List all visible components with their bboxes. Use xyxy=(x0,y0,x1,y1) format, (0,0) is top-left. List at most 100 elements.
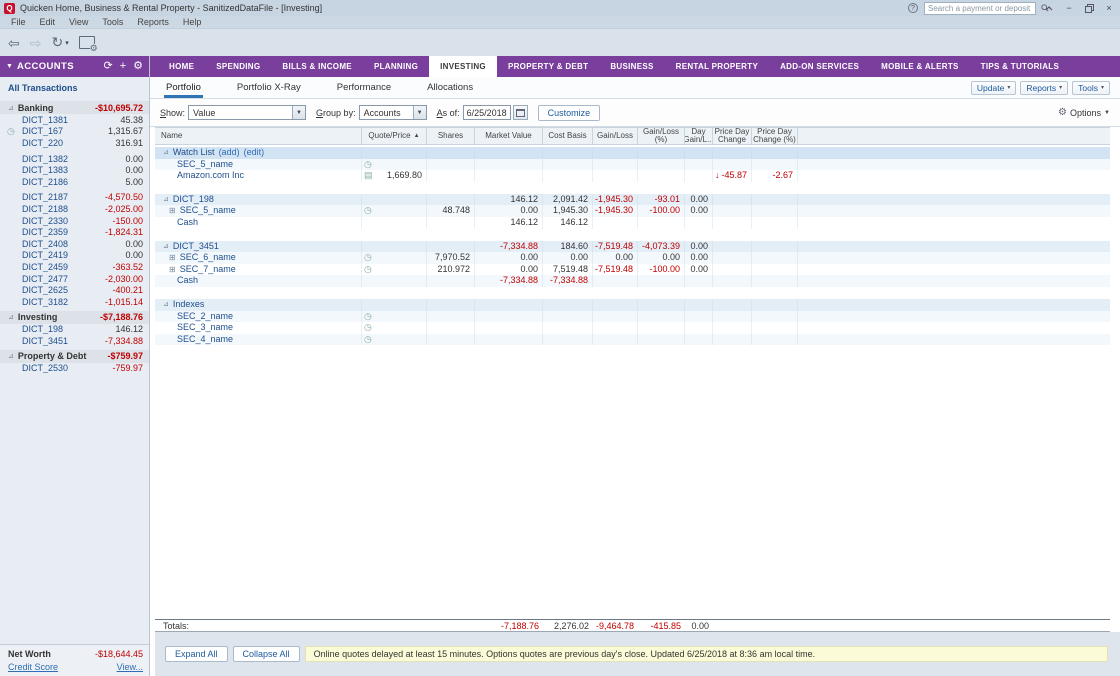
expand-plus-icon[interactable]: ⊞ xyxy=(169,252,176,264)
close-button[interactable]: × xyxy=(1102,2,1116,14)
menu-reports[interactable]: Reports xyxy=(130,17,176,27)
sidebar-gear-icon[interactable]: ⚙ xyxy=(133,61,143,72)
sidebar-account-dict-2530[interactable]: DICT_2530-759.97 xyxy=(0,363,149,375)
nav-tab-bills-income[interactable]: BILLS & INCOME xyxy=(271,56,363,77)
back-button[interactable]: ⇦ xyxy=(8,36,20,50)
subtab-allocations[interactable]: Allocations xyxy=(425,77,475,98)
security-row-sec-3-name[interactable]: SEC_3_name◷ xyxy=(155,322,1110,334)
forward-button[interactable]: ⇨ xyxy=(30,36,42,50)
menu-help[interactable]: Help xyxy=(176,17,209,27)
add-account-icon[interactable]: + xyxy=(120,61,126,72)
column-header-gain-loss[interactable]: Gain/Loss (%) xyxy=(638,128,685,144)
menu-file[interactable]: File xyxy=(4,17,33,27)
sidebar-account-dict-2188[interactable]: DICT_2188-2,025.00 xyxy=(0,203,149,215)
tools-button[interactable]: Tools▾ xyxy=(1072,81,1110,95)
one-step-update-button[interactable]: ↻ ▾ xyxy=(51,34,68,51)
security-row-sec-6-name[interactable]: ⊞SEC_6_name◷7,970.520.000.000.000.000.00 xyxy=(155,252,1110,264)
search-input[interactable] xyxy=(925,4,1041,13)
options-button[interactable]: ⚙ Options ▼ xyxy=(1058,107,1110,118)
sidebar-account-dict-1381[interactable]: DICT_138145.38 xyxy=(0,114,149,126)
group-row-watch-list[interactable]: ⊿Watch List(add)(edit) xyxy=(155,147,1110,159)
all-transactions-link[interactable]: All Transactions xyxy=(0,80,149,98)
nav-tab-tips-tutorials[interactable]: TIPS & TUTORIALS xyxy=(970,56,1070,77)
nav-tab-business[interactable]: BUSINESS xyxy=(599,56,664,77)
nav-tab-property-debt[interactable]: PROPERTY & DEBT xyxy=(497,56,599,77)
sidebar-account-dict-2477[interactable]: DICT_2477-2,030.00 xyxy=(0,273,149,285)
sidebar-account-dict-3451[interactable]: DICT_3451-7,334.88 xyxy=(0,335,149,347)
security-row-cash[interactable]: Cash-7,334.88-7,334.88 xyxy=(155,275,1110,287)
security-row-sec-2-name[interactable]: SEC_2_name◷ xyxy=(155,311,1110,323)
subtab-portfolio[interactable]: Portfolio xyxy=(164,77,203,98)
column-header-cost-basis[interactable]: Cost Basis xyxy=(543,128,593,144)
nav-tab-rental-property[interactable]: RENTAL PROPERTY xyxy=(665,56,769,77)
column-header-name[interactable]: Name xyxy=(155,128,362,144)
security-row-amazon-com-inc[interactable]: Amazon.com Inc▤1,669.80↓-45.87-2.67 xyxy=(155,170,1110,182)
nav-tab-mobile-alerts[interactable]: MOBILE & ALERTS xyxy=(870,56,970,77)
sidebar-account-dict-2408[interactable]: DICT_24080.00 xyxy=(0,238,149,250)
security-row-sec-7-name[interactable]: ⊞SEC_7_name◷210.9720.007,519.48-7,519.48… xyxy=(155,264,1110,276)
show-select[interactable]: Value ▼ xyxy=(188,105,306,120)
sidebar-account-dict-1383[interactable]: DICT_13830.00 xyxy=(0,164,149,176)
sidebar-account-dict-220[interactable]: DICT_220316.91 xyxy=(0,137,149,149)
group-row-dict-3451[interactable]: ⊿DICT_3451-7,334.88184.60-7,519.48-4,073… xyxy=(155,241,1110,253)
sidebar-account-dict-2625[interactable]: DICT_2625-400.21 xyxy=(0,284,149,296)
subtab-performance[interactable]: Performance xyxy=(335,77,393,98)
menu-edit[interactable]: Edit xyxy=(33,17,63,27)
update-button[interactable]: Update▾ xyxy=(971,81,1016,95)
collapse-sidebar-icon[interactable]: ▼ xyxy=(6,63,13,70)
column-header-price-day-change[interactable]: Price Day Change (%) xyxy=(752,128,798,144)
collapse-ribbon-icon[interactable] xyxy=(1042,2,1056,14)
security-row-sec-4-name[interactable]: SEC_4_name◷ xyxy=(155,334,1110,346)
sidebar-account-dict-2186[interactable]: DICT_21865.00 xyxy=(0,176,149,188)
sidebar-account-dict-2359[interactable]: DICT_2359-1,824.31 xyxy=(0,226,149,238)
expand-plus-icon[interactable]: ⊞ xyxy=(169,264,176,276)
sidebar-account-dict-2330[interactable]: DICT_2330-150.00 xyxy=(0,215,149,227)
expand-all-button[interactable]: Expand All xyxy=(165,646,228,662)
collapse-all-button[interactable]: Collapse All xyxy=(233,646,300,662)
menu-view[interactable]: View xyxy=(62,17,95,27)
nav-tab-planning[interactable]: PLANNING xyxy=(363,56,429,77)
nav-tab-add-on-services[interactable]: ADD-ON SERVICES xyxy=(769,56,870,77)
column-header-price-day-change[interactable]: Price Day Change xyxy=(713,128,752,144)
sidebar-group-property-debt[interactable]: ⊿Property & Debt-$759.97 xyxy=(0,350,149,363)
add-link[interactable]: (add) xyxy=(219,147,240,159)
edit-link[interactable]: (edit) xyxy=(244,147,265,159)
sidebar-account-dict-1382[interactable]: DICT_13820.00 xyxy=(0,153,149,165)
asof-date-input[interactable]: 6/25/2018 xyxy=(463,105,511,120)
sidebar-account-dict-198[interactable]: DICT_198146.12 xyxy=(0,324,149,336)
expand-plus-icon[interactable]: ⊞ xyxy=(169,205,176,217)
group-row-indexes[interactable]: ⊿Indexes xyxy=(155,299,1110,311)
reports-button[interactable]: Reports▾ xyxy=(1020,81,1068,95)
sidebar-account-dict-2459[interactable]: DICT_2459-363.52 xyxy=(0,261,149,273)
nav-tab-investing[interactable]: INVESTING xyxy=(429,56,497,77)
customize-button[interactable]: Customize xyxy=(538,105,601,121)
column-header-quote-price[interactable]: Quote/Price▲ xyxy=(362,128,427,144)
sidebar-group-banking[interactable]: ⊿Banking-$10,695.72 xyxy=(0,101,149,114)
refresh-accounts-icon[interactable]: ⟳ xyxy=(103,61,112,72)
column-header-day-gain-l[interactable]: Day Gain/L... xyxy=(685,128,713,144)
sidebar-account-dict-167[interactable]: ◷DICT_1671,315.67 xyxy=(0,126,149,138)
sidebar-group-investing[interactable]: ⊿Investing-$7,188.76 xyxy=(0,311,149,324)
nav-tab-spending[interactable]: SPENDING xyxy=(205,56,271,77)
groupby-select[interactable]: Accounts ▼ xyxy=(359,105,427,120)
help-icon[interactable]: ? xyxy=(908,3,918,13)
group-row-dict-198[interactable]: ⊿DICT_198146.122,091.42-1,945.30-93.010.… xyxy=(155,194,1110,206)
sidebar-account-dict-3182[interactable]: DICT_3182-1,015.14 xyxy=(0,296,149,308)
credit-score-view-link[interactable]: View... xyxy=(117,662,143,672)
credit-score-link[interactable]: Credit Score xyxy=(8,662,117,672)
column-header-market-value[interactable]: Market Value xyxy=(475,128,543,144)
sidebar-account-dict-2187[interactable]: DICT_2187-4,570.50 xyxy=(0,192,149,204)
calendar-icon[interactable] xyxy=(513,105,528,120)
security-row-sec-5-name[interactable]: SEC_5_name◷ xyxy=(155,159,1110,171)
menu-tools[interactable]: Tools xyxy=(95,17,130,27)
restore-button[interactable] xyxy=(1082,2,1096,14)
column-header-shares[interactable]: Shares xyxy=(427,128,475,144)
reports-settings-icon[interactable]: ⚙ xyxy=(79,36,95,49)
nav-tab-home[interactable]: HOME xyxy=(158,56,205,77)
sidebar-account-dict-2419[interactable]: DICT_24190.00 xyxy=(0,250,149,262)
minimize-button[interactable]: − xyxy=(1062,2,1076,14)
security-row-sec-5-name[interactable]: ⊞SEC_5_name◷48.7480.001,945.30-1,945.30-… xyxy=(155,205,1110,217)
subtab-portfolio-x-ray[interactable]: Portfolio X-Ray xyxy=(235,77,303,98)
security-row-cash[interactable]: Cash146.12146.12 xyxy=(155,217,1110,229)
column-header-gain-loss[interactable]: Gain/Loss xyxy=(593,128,638,144)
